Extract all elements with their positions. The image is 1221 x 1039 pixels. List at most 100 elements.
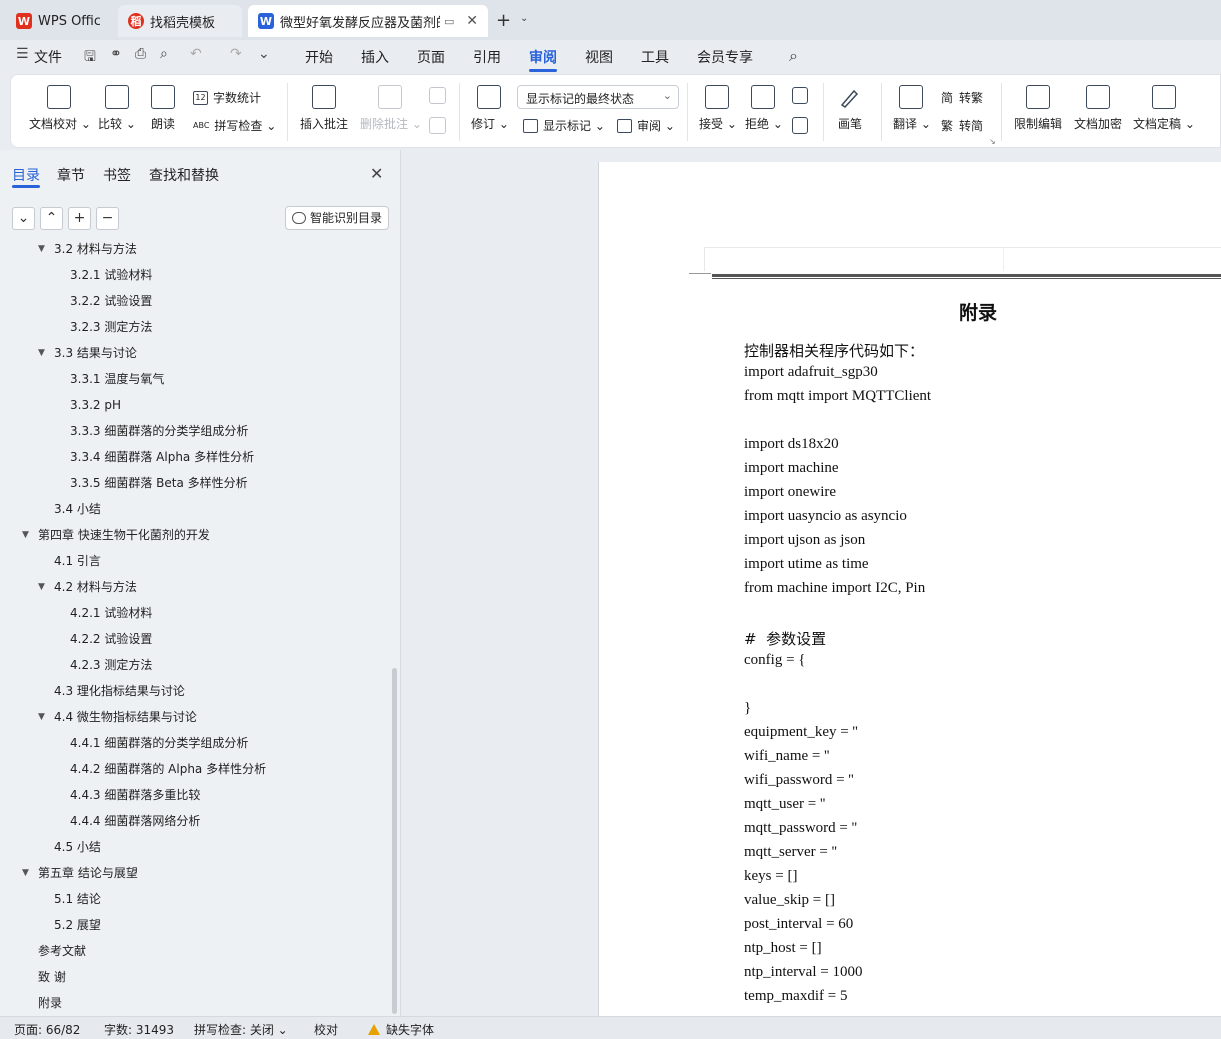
tab-find-replace[interactable]: 查找和替换	[149, 165, 219, 185]
chevron-down-icon[interactable]: ⌄	[520, 13, 528, 24]
more-quick-access-icon[interactable]: ⌄	[258, 46, 270, 62]
collapse-up-button[interactable]: ⌃	[40, 207, 63, 230]
expand-toggle-icon[interactable]: ▼	[22, 522, 29, 548]
remove-heading-button[interactable]: −	[96, 207, 119, 230]
next-comment-button[interactable]	[427, 117, 447, 140]
toc-item[interactable]: 3.3.5 细菌群落 Beta 多样性分析	[70, 470, 248, 496]
page-indicator[interactable]: 页面: 66/82	[14, 1021, 80, 1038]
toc-item[interactable]: 4.1 引言	[54, 548, 101, 574]
ribbon-expand-icon[interactable]: ↘	[989, 137, 996, 146]
close-pane-icon[interactable]: ✕	[370, 164, 383, 183]
print-icon[interactable]: ⎙	[135, 46, 146, 62]
toc-item[interactable]: 3.4 小结	[54, 496, 101, 522]
save-icon[interactable]: 🖫	[84, 46, 96, 70]
tab-wps-office[interactable]: W WPS Office	[6, 5, 110, 37]
toc-item[interactable]: 4.3 理化指标结果与讨论	[54, 678, 185, 704]
document-line[interactable]: mqtt_server = ''	[744, 844, 837, 861]
doc-check-button[interactable]: 文档校对 ⌄	[29, 85, 91, 132]
toc-item[interactable]: 参考文献	[38, 938, 86, 964]
document-line[interactable]: wifi_name = ''	[744, 748, 830, 765]
tab-bookmarks[interactable]: 书签	[103, 165, 131, 185]
previous-change-button[interactable]	[791, 87, 809, 110]
add-heading-button[interactable]: +	[68, 207, 91, 230]
menu-file[interactable]: 文件	[34, 47, 62, 67]
menu-page[interactable]: 页面	[417, 47, 445, 67]
document-line[interactable]: keys = []	[744, 868, 797, 885]
document-line[interactable]: import onewire	[744, 484, 836, 501]
spell-check-status[interactable]: 拼写检查: 关闭 ⌄	[194, 1021, 288, 1038]
menu-tools[interactable]: 工具	[641, 47, 669, 67]
toc-item[interactable]: ▼ 4.2 材料与方法	[38, 574, 137, 600]
review-pane-button[interactable]: 审阅 ⌄	[617, 117, 675, 134]
missing-font-status[interactable]: 缺失字体	[368, 1021, 434, 1038]
toc-item[interactable]: 5.2 展望	[54, 912, 101, 938]
word-count-button[interactable]: 12 字数统计	[193, 89, 261, 106]
document-heading[interactable]: 附录	[959, 298, 1059, 325]
toc-item[interactable]: ▼ 第五章 结论与展望	[22, 860, 138, 886]
menu-review[interactable]: 审阅	[529, 47, 557, 67]
document-line[interactable]: import utime as time	[744, 556, 869, 573]
document-line[interactable]: temp_maxdif = 5	[744, 988, 847, 1005]
compare-button[interactable]: 比较 ⌄	[97, 85, 137, 132]
track-changes-button[interactable]: 修订 ⌄	[471, 85, 509, 132]
insert-comment-button[interactable]: 插入批注	[299, 85, 349, 132]
document-line[interactable]: import machine	[744, 460, 839, 477]
expand-toggle-icon[interactable]: ▼	[38, 238, 45, 262]
menu-insert[interactable]: 插入	[361, 47, 389, 67]
share-icon[interactable]: ⚭	[110, 46, 122, 62]
translate-button[interactable]: 翻译 ⌄	[893, 85, 931, 132]
markup-state-select[interactable]: 显示标记的最终状态 ⌄	[517, 85, 679, 109]
close-tab-icon[interactable]: ✕	[466, 13, 478, 29]
word-count-status[interactable]: 字数: 31493	[104, 1021, 174, 1038]
accept-button[interactable]: 接受 ⌄	[699, 85, 737, 132]
show-markup-button[interactable]: 显示标记 ⌄	[523, 117, 605, 134]
toc-item[interactable]: 4.4.2 细菌群落的 Alpha 多样性分析	[70, 756, 266, 782]
toc-item[interactable]: 4.2.3 测定方法	[70, 652, 152, 678]
spell-check-button[interactable]: ABC 拼写检查 ⌄	[193, 117, 276, 134]
document-line[interactable]: mqtt_user = ''	[744, 796, 825, 813]
smart-toc-button[interactable]: 智能识别目录	[285, 206, 389, 230]
toc-item[interactable]: 3.2.1 试验材料	[70, 262, 152, 288]
toc-item[interactable]: 4.5 小结	[54, 834, 101, 860]
document-line[interactable]: import ujson as json	[744, 532, 865, 549]
document-line[interactable]: import ds18x20	[744, 436, 839, 453]
menu-home[interactable]: 开始	[305, 47, 333, 67]
document-line[interactable]: post_interval = 60	[744, 916, 853, 933]
toc-item[interactable]: 3.2.2 试验设置	[70, 288, 152, 314]
document-line[interactable]: # 参数设置	[744, 628, 826, 649]
toc-item[interactable]: 致 谢	[38, 964, 66, 990]
tab-current-document[interactable]: W 微型好氧发酵反应器及菌剂的研 ▭ ✕	[248, 5, 488, 37]
expand-down-button[interactable]: ⌄	[12, 207, 35, 230]
expand-toggle-icon[interactable]: ▼	[22, 860, 29, 886]
menu-member[interactable]: 会员专享	[697, 47, 753, 67]
toc-item[interactable]: 5.1 结论	[54, 886, 101, 912]
document-line[interactable]: wifi_password = ''	[744, 772, 854, 789]
document-line[interactable]: import uasyncio as asyncio	[744, 508, 907, 525]
to-traditional-button[interactable]: 简 转繁	[941, 89, 983, 106]
delete-comment-button[interactable]: 删除批注 ⌄	[360, 85, 422, 132]
toc-item[interactable]: 4.4.1 细菌群落的分类学组成分析	[70, 730, 248, 756]
toc-item[interactable]: ▼ 3.2 材料与方法	[38, 238, 137, 262]
menu-view[interactable]: 视图	[585, 47, 613, 67]
toc-item[interactable]: 4.4.4 细菌群落网络分析	[70, 808, 200, 834]
toc-item[interactable]: ▼ 4.4 微生物指标结果与讨论	[38, 704, 197, 730]
document-line[interactable]: import adafruit_sgp30	[744, 364, 878, 381]
expand-toggle-icon[interactable]: ▼	[38, 340, 45, 366]
toc-item[interactable]: 3.3.4 细菌群落 Alpha 多样性分析	[70, 444, 254, 470]
toc-scrollbar[interactable]	[392, 668, 397, 1014]
document-line[interactable]: config = {	[744, 652, 805, 669]
tab-sections[interactable]: 章节	[57, 165, 85, 185]
encrypt-button[interactable]: 文档加密	[1073, 85, 1123, 132]
undo-icon[interactable]: ↶	[190, 46, 202, 62]
new-tab-icon[interactable]: +	[496, 10, 511, 31]
document-line[interactable]: ntp_host = []	[744, 940, 822, 957]
redo-icon[interactable]: ↷	[230, 46, 242, 62]
proofread-status[interactable]: 校对	[314, 1021, 338, 1038]
toc-item[interactable]: 附录	[38, 990, 62, 1016]
toc-item[interactable]: 3.2.3 测定方法	[70, 314, 152, 340]
search-icon[interactable]: ⌕	[789, 46, 798, 66]
document-line[interactable]: 控制器相关程序代码如下：	[744, 340, 924, 361]
next-change-button[interactable]	[791, 117, 809, 140]
toc-item[interactable]: 4.2.1 试验材料	[70, 600, 152, 626]
toc-item[interactable]: 3.3.1 温度与氧气	[70, 366, 164, 392]
